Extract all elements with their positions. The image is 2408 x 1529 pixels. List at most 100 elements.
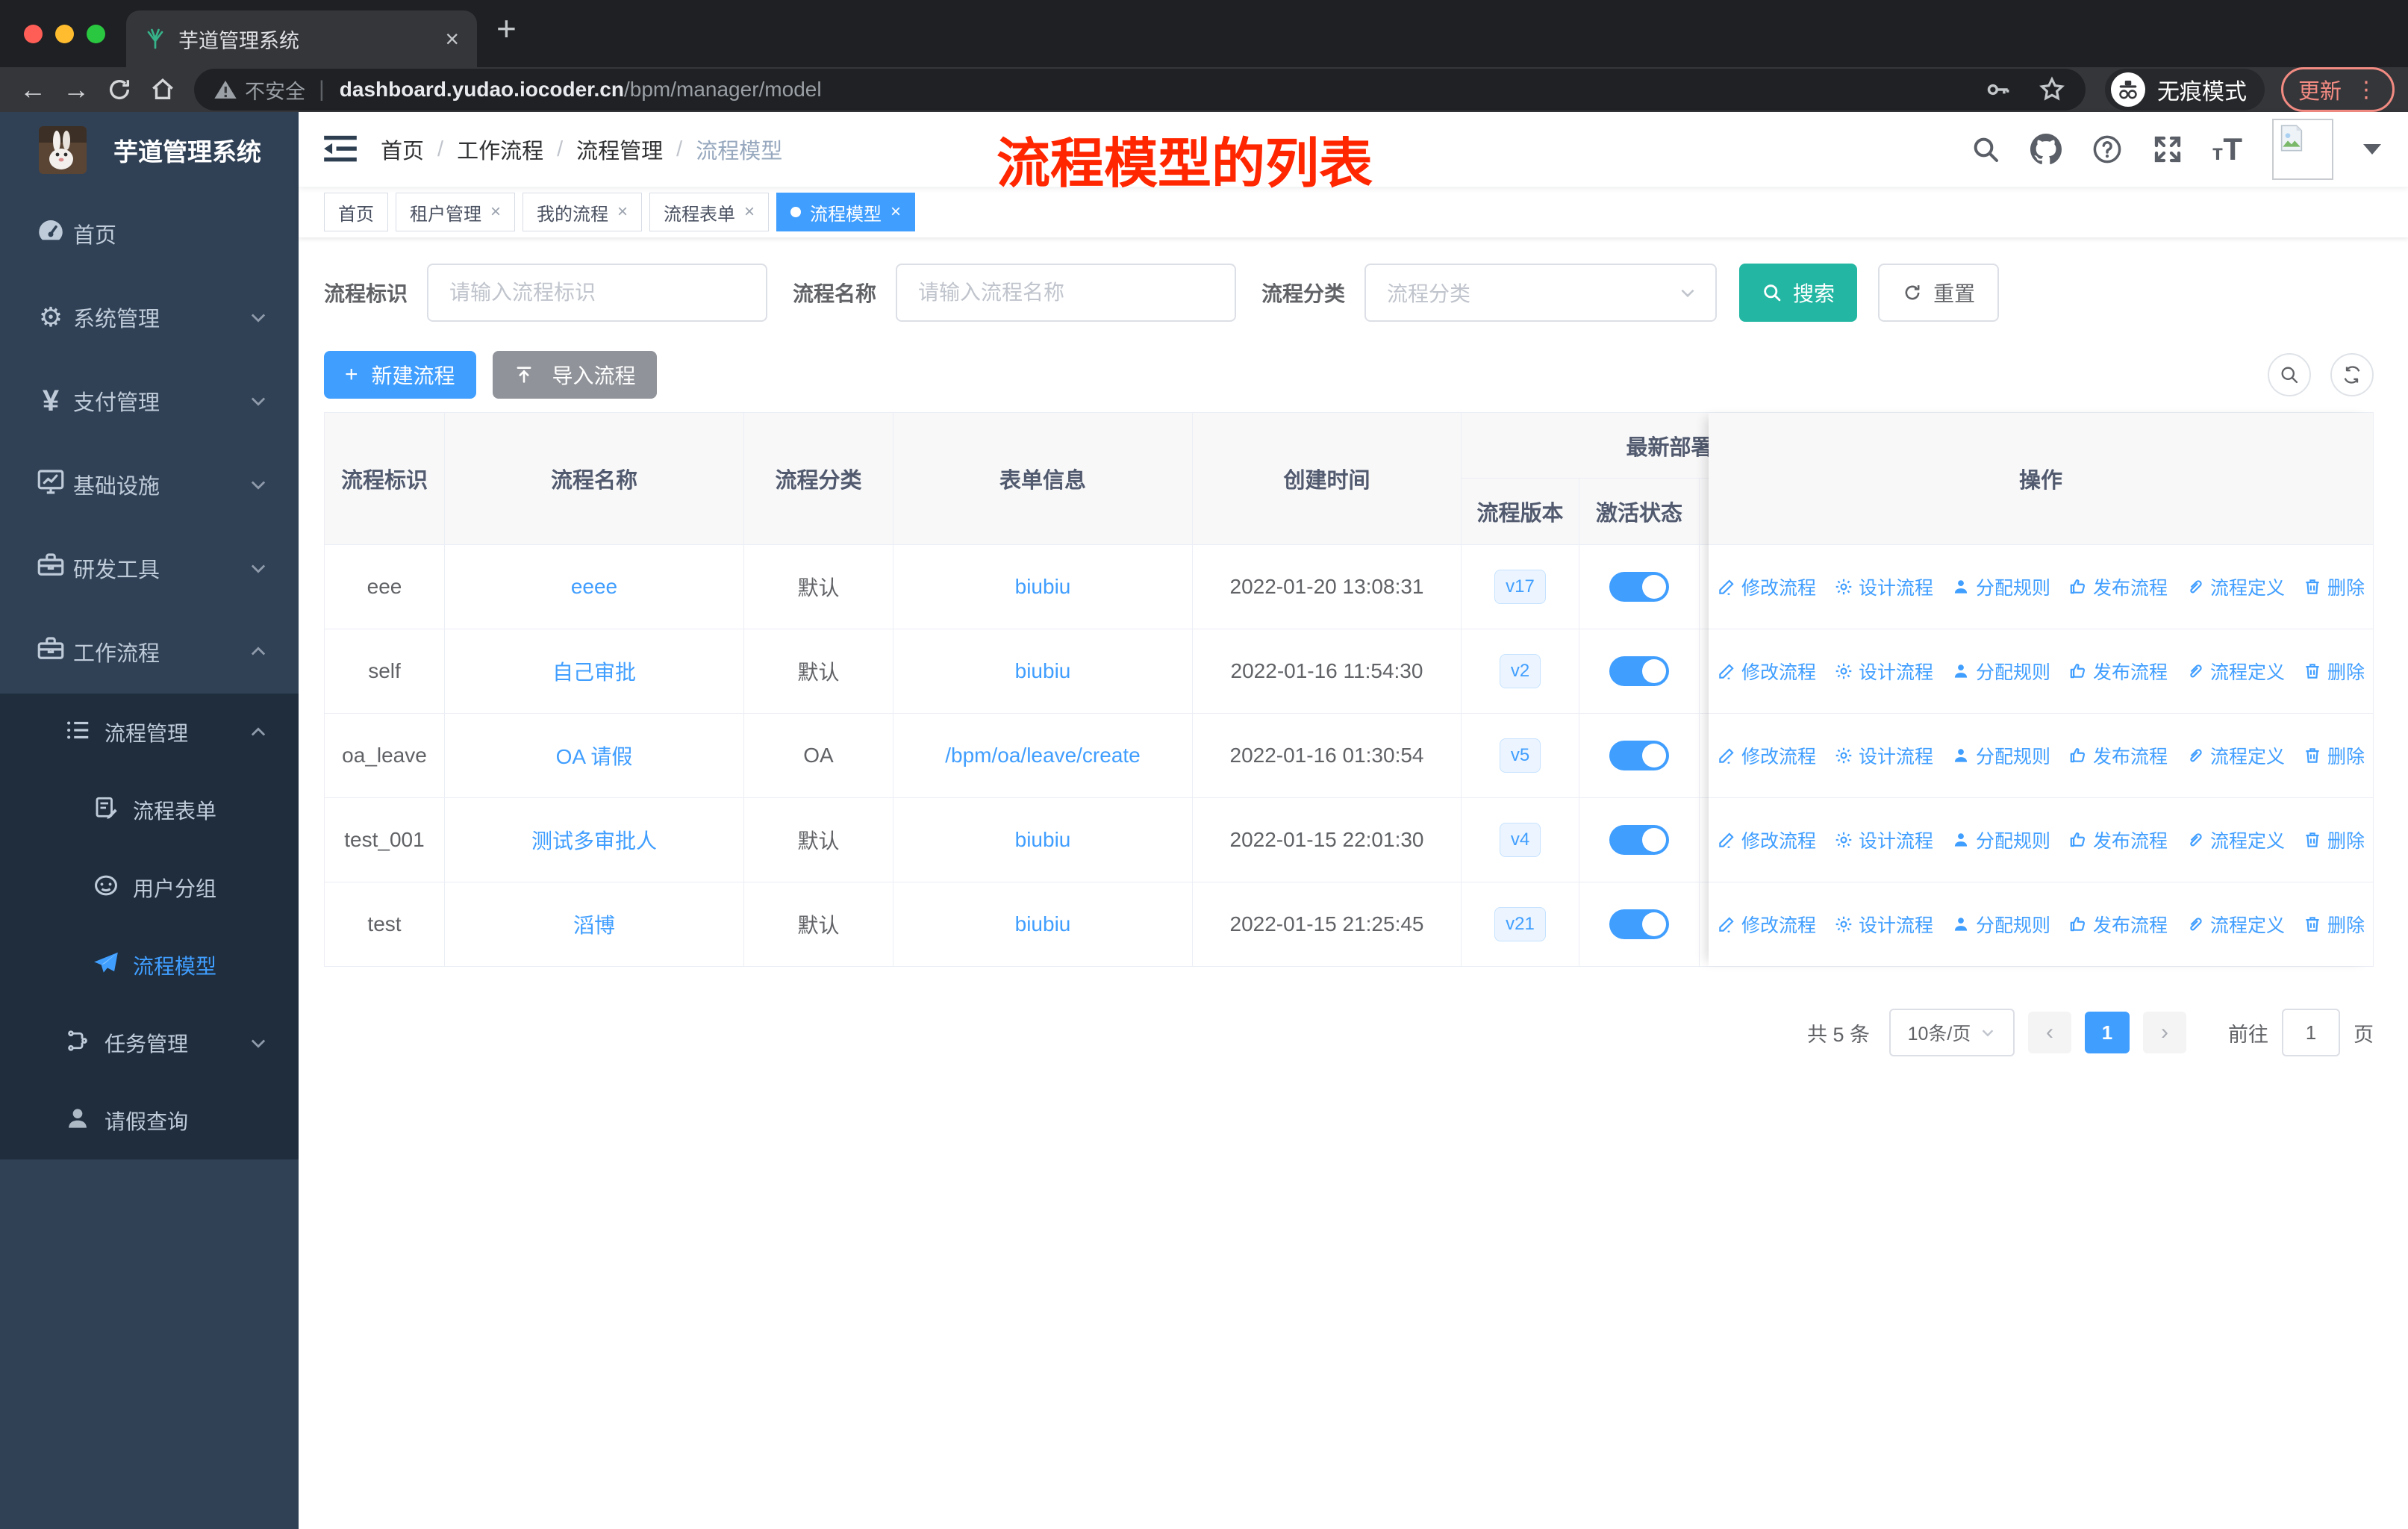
active-toggle[interactable]	[1609, 572, 1669, 602]
close-window-button[interactable]	[24, 24, 43, 43]
process-category-select[interactable]: 流程分类	[1364, 264, 1718, 322]
action-design-process[interactable]: 设计流程	[1834, 826, 1933, 853]
form-info-link[interactable]: biubiu	[1015, 828, 1071, 852]
sidebar-item-payment[interactable]: ¥ 支付管理	[0, 359, 299, 443]
action-edit-process[interactable]: 修改流程	[1717, 911, 1816, 938]
tag-my-process[interactable]: 我的流程 ×	[523, 193, 643, 231]
active-toggle[interactable]	[1609, 741, 1669, 770]
sidebar-item-workflow[interactable]: 工作流程	[0, 610, 299, 694]
avatar-caret-icon[interactable]	[2363, 144, 2381, 155]
process-key-input[interactable]	[427, 264, 768, 322]
breadcrumb-item[interactable]: 工作流程	[457, 134, 543, 165]
create-process-button[interactable]: + 新建流程	[324, 351, 476, 399]
browser-tab[interactable]: 芋道管理系统 ×	[126, 10, 477, 67]
breadcrumb-item[interactable]: 首页	[381, 134, 424, 165]
action-design-process[interactable]: 设计流程	[1834, 742, 1933, 769]
bookmark-star-icon[interactable]	[2038, 75, 2066, 104]
help-icon[interactable]	[2092, 134, 2123, 165]
tab-close-icon[interactable]: ×	[445, 25, 459, 53]
minimize-window-button[interactable]	[55, 24, 74, 43]
process-name-link[interactable]: eeee	[571, 575, 617, 599]
process-name-link[interactable]: 滔博	[573, 909, 615, 939]
reload-icon[interactable]	[100, 70, 139, 109]
action-assign-rule[interactable]: 分配规则	[1951, 658, 2050, 685]
sidebar-item-process-mgmt[interactable]: 流程管理	[0, 694, 299, 771]
back-icon[interactable]: ←	[13, 70, 52, 109]
process-name-link[interactable]: OA 请假	[556, 741, 633, 770]
active-toggle[interactable]	[1609, 825, 1669, 855]
form-info-link[interactable]: biubiu	[1015, 659, 1071, 683]
sidebar-item-infra[interactable]: 基础设施	[0, 443, 299, 526]
action-process-definition[interactable]: 流程定义	[2186, 826, 2285, 853]
sidebar-logo[interactable]: 芋道管理系统	[0, 112, 299, 188]
sidebar-item-process-model[interactable]: 流程模型	[0, 927, 299, 1004]
action-publish-process[interactable]: 发布流程	[2068, 573, 2168, 600]
action-publish-process[interactable]: 发布流程	[2068, 826, 2168, 853]
browser-update-button[interactable]: 更新 ⋮	[2280, 67, 2395, 112]
action-edit-process[interactable]: 修改流程	[1717, 742, 1816, 769]
toggle-search-button[interactable]	[2268, 353, 2311, 396]
form-info-link[interactable]: biubiu	[1015, 575, 1071, 599]
close-icon[interactable]: ×	[490, 202, 501, 222]
action-delete[interactable]: 删除	[2303, 573, 2365, 600]
new-tab-button[interactable]: +	[496, 0, 517, 57]
action-publish-process[interactable]: 发布流程	[2068, 742, 2168, 769]
action-delete[interactable]: 删除	[2303, 658, 2365, 685]
address-bar[interactable]: 不安全 | dashboard.yudao.iocoder.cn/bpm/man…	[194, 69, 2086, 110]
forward-icon[interactable]: →	[57, 70, 96, 109]
action-delete[interactable]: 删除	[2303, 742, 2365, 769]
version-badge[interactable]: v17	[1494, 570, 1546, 604]
password-key-icon[interactable]	[1984, 75, 2012, 104]
next-page-button[interactable]: ›	[2143, 1012, 2186, 1053]
security-label[interactable]: 不安全	[245, 75, 305, 105]
sidebar-item-user-group[interactable]: 用户分组	[0, 849, 299, 927]
action-process-definition[interactable]: 流程定义	[2186, 911, 2285, 938]
version-badge[interactable]: v4	[1499, 823, 1541, 857]
action-process-definition[interactable]: 流程定义	[2186, 573, 2285, 600]
action-process-definition[interactable]: 流程定义	[2186, 742, 2285, 769]
action-assign-rule[interactable]: 分配规则	[1951, 742, 2050, 769]
tag-home[interactable]: 首页	[324, 193, 388, 231]
action-design-process[interactable]: 设计流程	[1834, 658, 1933, 685]
close-icon[interactable]: ×	[744, 202, 755, 222]
tag-process-form[interactable]: 流程表单 ×	[649, 193, 770, 231]
version-badge[interactable]: v21	[1494, 907, 1546, 941]
sidebar-item-leave-query[interactable]: 请假查询	[0, 1082, 299, 1159]
font-size-icon[interactable]: тT	[2212, 131, 2242, 167]
active-toggle[interactable]	[1609, 656, 1669, 686]
process-name-link[interactable]: 自己审批	[552, 656, 636, 686]
action-edit-process[interactable]: 修改流程	[1717, 573, 1816, 600]
form-info-link[interactable]: biubiu	[1015, 912, 1071, 936]
browser-menu-icon[interactable]: ⋮	[2355, 77, 2377, 103]
zoom-window-button[interactable]	[87, 24, 105, 43]
sidebar-item-process-form[interactable]: 流程表单	[0, 771, 299, 849]
search-button[interactable]: 搜索	[1739, 264, 1858, 322]
action-assign-rule[interactable]: 分配规则	[1951, 911, 2050, 938]
close-icon[interactable]: ×	[890, 202, 901, 222]
home-icon[interactable]	[143, 70, 182, 109]
tag-tenant[interactable]: 租户管理 ×	[396, 193, 516, 231]
action-assign-rule[interactable]: 分配规则	[1951, 573, 2050, 600]
action-design-process[interactable]: 设计流程	[1834, 911, 1933, 938]
fullscreen-icon[interactable]	[2153, 134, 2183, 164]
prev-page-button[interactable]: ‹	[2028, 1012, 2071, 1053]
goto-page-input[interactable]	[2282, 1009, 2340, 1056]
action-assign-rule[interactable]: 分配规则	[1951, 826, 2050, 853]
sidebar-item-home[interactable]: 首页	[0, 192, 299, 275]
process-name-link[interactable]: 测试多审批人	[531, 825, 657, 855]
reset-button[interactable]: 重置	[1878, 264, 2000, 322]
import-process-button[interactable]: 导入流程	[492, 351, 657, 399]
process-name-input[interactable]	[896, 264, 1237, 322]
sidebar-item-system[interactable]: ⚙ 系统管理	[0, 275, 299, 359]
action-publish-process[interactable]: 发布流程	[2068, 658, 2168, 685]
refresh-table-button[interactable]	[2330, 353, 2374, 396]
action-process-definition[interactable]: 流程定义	[2186, 658, 2285, 685]
page-size-select[interactable]: 10条/页	[1889, 1009, 2015, 1056]
user-avatar[interactable]	[2272, 119, 2333, 180]
action-delete[interactable]: 删除	[2303, 911, 2365, 938]
tag-process-model[interactable]: 流程模型 ×	[776, 193, 916, 231]
action-publish-process[interactable]: 发布流程	[2068, 911, 2168, 938]
page-number-button[interactable]: 1	[2085, 1012, 2130, 1053]
github-icon[interactable]	[2030, 134, 2062, 165]
version-badge[interactable]: v2	[1499, 654, 1541, 688]
